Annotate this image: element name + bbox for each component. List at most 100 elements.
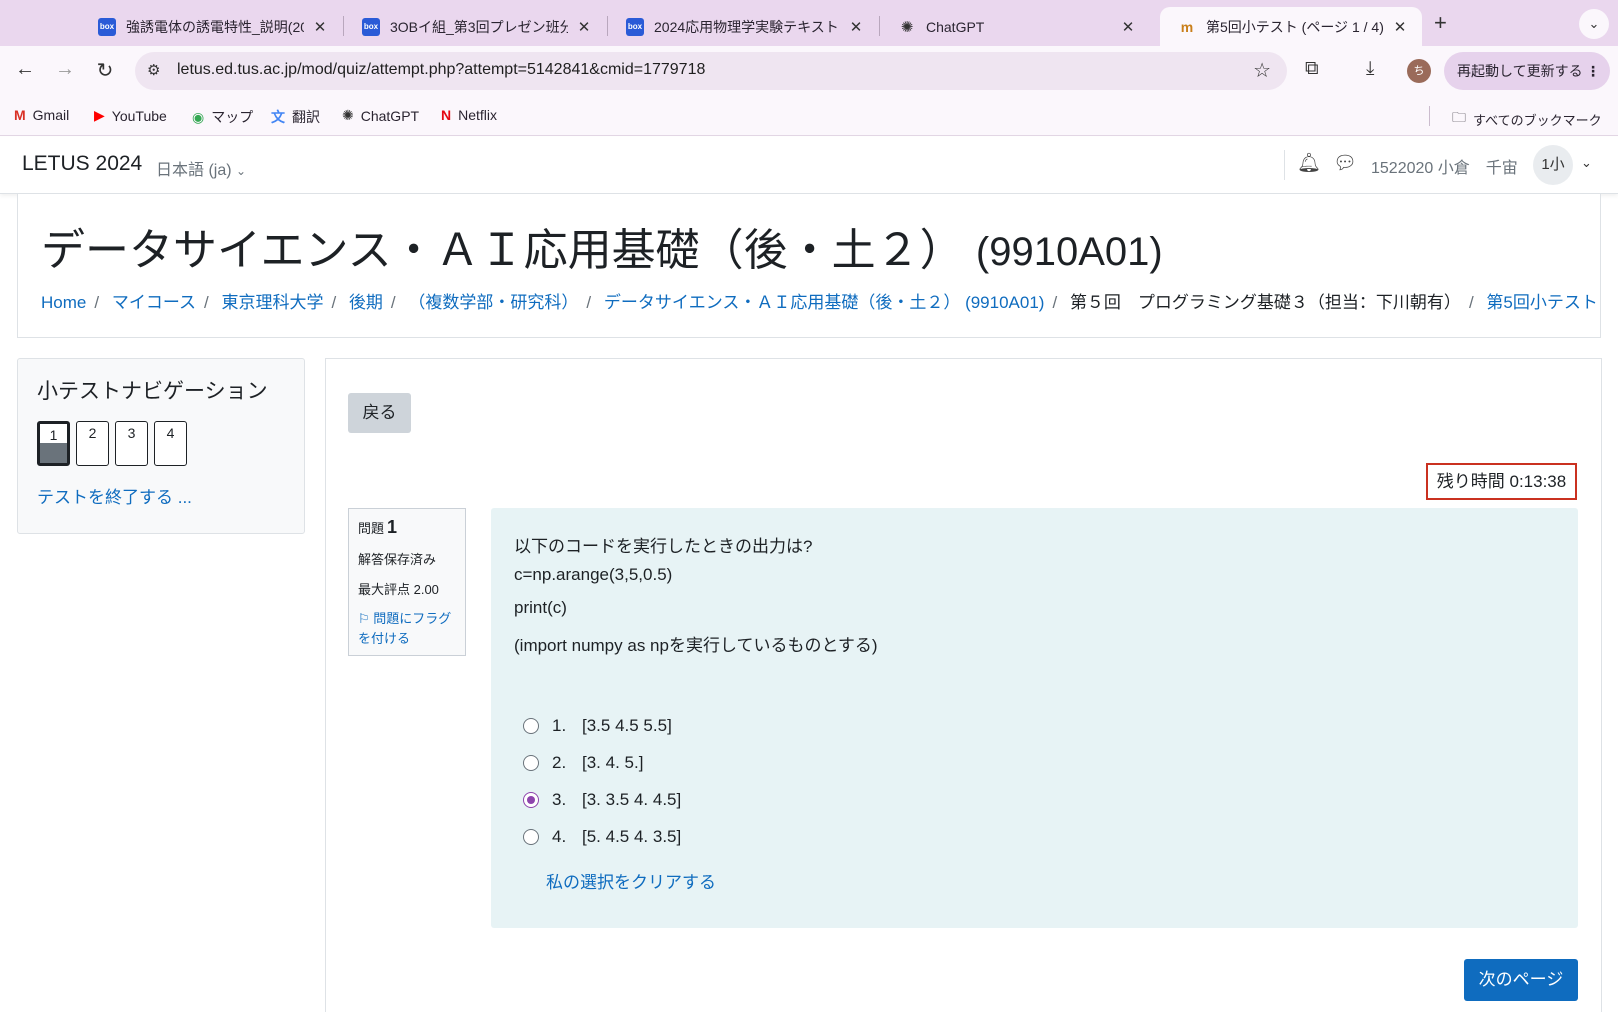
- breadcrumb-section: 第５回 プログラミング基礎３（担当：下川朝有）: [1069, 293, 1461, 312]
- restart-update-button[interactable]: 再起動して更新する ⋮: [1444, 52, 1610, 90]
- close-icon[interactable]: ✕: [1120, 18, 1136, 36]
- option-number: 3.: [552, 790, 567, 809]
- download-icon[interactable]: ⤓: [1366, 58, 1374, 80]
- close-icon[interactable]: ✕: [576, 18, 592, 36]
- extensions-icon[interactable]: ⧉: [1305, 58, 1319, 80]
- answer-option-3[interactable]: 3. [3. 3.5 4. 4.5]: [523, 788, 681, 812]
- back-button[interactable]: 戻る: [348, 393, 411, 433]
- tab-title: 3OBイ組_第3回プレゼン班分け: [390, 18, 568, 35]
- tab-search-chevron-icon[interactable]: ⌄: [1579, 9, 1609, 39]
- radio-button[interactable]: [523, 829, 539, 845]
- bookmark-maps[interactable]: ◉ マップ: [192, 107, 253, 127]
- bookmarks-divider: [1429, 106, 1430, 126]
- flag-question-label: 問題にフラグを付ける: [358, 611, 452, 646]
- netflix-icon: N: [441, 107, 452, 123]
- question-state: 解答保存済み: [358, 552, 437, 567]
- quiz-nav-number: 2: [88, 425, 97, 441]
- browser-tab[interactable]: box 2024応用物理学実験テキスト.pdf ✕: [608, 7, 878, 46]
- youtube-icon: ▶: [94, 107, 105, 123]
- gmail-icon: M: [14, 107, 26, 123]
- bookmark-label: Netflix: [458, 107, 498, 123]
- maps-pin-icon: ◉: [192, 108, 205, 125]
- bookmark-translate[interactable]: 文 翻訳: [271, 107, 320, 127]
- language-label: 日本語 (ja): [156, 162, 232, 179]
- quiz-nav-number: 1: [49, 427, 58, 443]
- bookmark-star-icon[interactable]: ☆: [1253, 58, 1271, 83]
- new-tab-icon[interactable]: +: [1434, 10, 1447, 36]
- bookmark-label: ChatGPT: [360, 107, 420, 124]
- browser-tab-bar: box 強誘電体の誘電特性_説明(2024) ✕ box 3OBイ組_第3回プレ…: [0, 0, 1618, 46]
- bookmark-youtube[interactable]: ▶ YouTube: [94, 107, 167, 124]
- quiz-nav-button-4[interactable]: 4: [154, 421, 187, 466]
- option-text[interactable]: [5. 4.5 4. 3.5]: [582, 827, 681, 847]
- close-icon[interactable]: ✕: [1392, 18, 1408, 36]
- radio-button[interactable]: [523, 718, 539, 734]
- finish-attempt-link[interactable]: テストを終了する ...: [37, 483, 192, 508]
- question-text-line: 以下のコードを実行したときの出力は?: [514, 537, 813, 556]
- close-icon[interactable]: ✕: [848, 18, 864, 36]
- breadcrumb-my-courses[interactable]: マイコース: [112, 293, 196, 312]
- chevron-down-icon[interactable]: ⌄: [1581, 155, 1592, 171]
- all-bookmarks-label: すべてのブックマーク: [1473, 112, 1602, 128]
- quiz-nav-number: 3: [127, 425, 136, 441]
- question-max-grade: 最大評点 2.00: [358, 582, 439, 597]
- breadcrumb-term[interactable]: 後期: [349, 293, 383, 312]
- option-text[interactable]: [3. 4. 5.]: [582, 753, 643, 773]
- breadcrumb-quiz[interactable]: 第5回小テスト: [1486, 293, 1597, 312]
- notification-bell-icon[interactable]: 🔔︎: [1297, 151, 1321, 175]
- quiz-nav-button-3[interactable]: 3: [115, 421, 148, 466]
- bookmark-netflix[interactable]: N Netflix: [441, 107, 497, 123]
- course-code: (9910A01): [975, 230, 1163, 274]
- question-formulation: 以下のコードを実行したときの出力は? c=np.arange(3,5,0.5) …: [491, 508, 1578, 928]
- clear-choice-link[interactable]: 私の選択をクリアする: [546, 868, 716, 893]
- quiz-navigation-block: 小テストナビゲーション 1 2 3 4 テストを終了する ...: [17, 358, 305, 534]
- question-text-line: (import numpy as npを実行しているものとする): [514, 636, 878, 655]
- chevron-down-icon: ⌄: [236, 164, 247, 178]
- flag-icon: ⚐: [358, 611, 370, 626]
- timer-value: 0:13:38: [1509, 472, 1567, 491]
- browser-tab[interactable]: box 強誘電体の誘電特性_説明(2024) ✕: [80, 7, 342, 46]
- flag-question-link[interactable]: ⚐ 問題にフラグを付ける: [358, 609, 456, 649]
- profile-avatar[interactable]: ち: [1407, 59, 1431, 83]
- close-icon[interactable]: ✕: [312, 18, 328, 36]
- user-name: 1522020 小倉 千宙: [1371, 160, 1518, 177]
- reload-icon[interactable]: ↻: [92, 58, 118, 83]
- breadcrumb-course[interactable]: データサイエンス・ＡＩ応用基礎（後・土２） (9910A01): [604, 293, 1045, 312]
- breadcrumb-home[interactable]: Home: [41, 293, 86, 312]
- option-text[interactable]: [3. 3.5 4. 4.5]: [582, 790, 681, 810]
- next-page-button[interactable]: 次のページ: [1464, 959, 1578, 1001]
- bookmark-gmail[interactable]: M Gmail: [14, 107, 69, 123]
- browser-tab[interactable]: box 3OBイ組_第3回プレゼン班分け ✕: [344, 7, 606, 46]
- radio-button[interactable]: [523, 755, 539, 771]
- language-menu[interactable]: 日本語 (ja) ⌄: [156, 156, 246, 180]
- address-bar[interactable]: ⚙ letus.ed.tus.ac.jp/mod/quiz/attempt.ph…: [135, 52, 1287, 90]
- answered-indicator: [40, 443, 67, 463]
- user-avatar[interactable]: 1小: [1533, 145, 1573, 185]
- quiz-nav-button-1[interactable]: 1: [37, 421, 70, 466]
- browser-tab[interactable]: ✺ ChatGPT ✕: [880, 7, 1150, 46]
- breadcrumb: Home / マイコース / 東京理科大学 / 後期 / （複数学部・研究科） / データ…: [41, 293, 1598, 312]
- chatgpt-favicon-icon: ✺: [900, 18, 914, 36]
- box-favicon-icon: box: [98, 17, 116, 36]
- radio-button-selected[interactable]: [523, 792, 539, 808]
- answer-option-2[interactable]: 2. [3. 4. 5.]: [523, 751, 643, 775]
- option-text[interactable]: [3.5 4.5 5.5]: [582, 716, 672, 736]
- url-text[interactable]: letus.ed.tus.ac.jp/mod/quiz/attempt.php?…: [177, 61, 705, 79]
- tab-title: ChatGPT: [926, 18, 985, 35]
- tab-title: 強誘電体の誘電特性_説明(2024): [126, 18, 304, 35]
- back-arrow-icon[interactable]: ←: [12, 58, 38, 81]
- translate-icon: 文: [271, 109, 285, 125]
- browser-tab-active[interactable]: m 第5回小テスト (ページ 1 / 4) | LETUS ✕: [1160, 7, 1422, 46]
- quiz-nav-button-2[interactable]: 2: [76, 421, 109, 466]
- answer-option-4[interactable]: 4. [5. 4.5 4. 3.5]: [523, 825, 681, 849]
- bookmark-chatgpt[interactable]: ✺ ChatGPT: [342, 107, 419, 124]
- answer-option-1[interactable]: 1. [3.5 4.5 5.5]: [523, 714, 672, 738]
- forward-arrow-icon[interactable]: →: [52, 58, 78, 81]
- breadcrumb-university[interactable]: 東京理科大学: [221, 293, 323, 312]
- more-menu-icon[interactable]: ⋮: [1586, 52, 1600, 90]
- all-bookmarks[interactable]: 🗀 すべてのブックマーク: [1452, 107, 1602, 131]
- messages-icon[interactable]: 💬︎: [1333, 151, 1357, 175]
- site-brand[interactable]: LETUS 2024: [22, 152, 142, 176]
- breadcrumb-faculty[interactable]: （複数学部・研究科）: [408, 293, 578, 312]
- site-settings-icon[interactable]: ⚙: [147, 61, 160, 79]
